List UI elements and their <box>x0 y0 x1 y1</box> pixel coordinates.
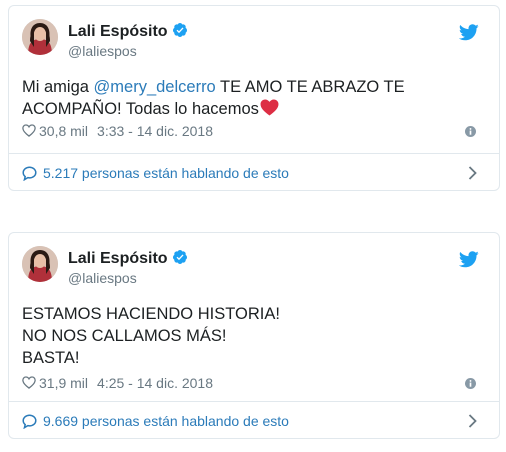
twitter-bird-icon[interactable] <box>459 251 479 268</box>
tweet-meta: 31,9 mil 4:25 - 14 dic. 2018 <box>22 375 213 391</box>
conversation-link[interactable]: 9.669 personas están hablando de esto <box>9 402 499 440</box>
heart-outline-icon[interactable] <box>22 124 36 137</box>
info-icon[interactable] <box>465 378 476 389</box>
verified-badge-icon <box>172 250 187 264</box>
tweet-meta: 30,8 mil 3:33 - 14 dic. 2018 <box>22 123 213 139</box>
info-icon[interactable] <box>465 126 476 137</box>
author-name-text[interactable]: Lali Espósito <box>68 250 168 267</box>
heart-outline-icon[interactable] <box>22 376 36 389</box>
chevron-right-icon[interactable] <box>468 414 477 428</box>
conversation-link[interactable]: 5.217 personas están hablando de esto <box>9 154 499 192</box>
timestamp[interactable]: 4:25 - 14 dic. 2018 <box>97 375 213 391</box>
conversation-label[interactable]: 5.217 personas están hablando de esto <box>43 165 289 181</box>
author-handle[interactable]: @laliespos <box>68 43 137 59</box>
tweet-text: ESTAMOS HACIENDO HISTORIA! NO NOS CALLAM… <box>22 303 482 369</box>
tweet-text-part: Mi amiga <box>22 78 94 96</box>
like-count[interactable]: 30,8 mil <box>39 123 88 139</box>
author-name-text[interactable]: Lali Espósito <box>68 23 168 40</box>
twitter-bird-icon[interactable] <box>459 24 479 41</box>
conversation-label[interactable]: 9.669 personas están hablando de esto <box>43 413 289 429</box>
avatar[interactable] <box>22 246 58 282</box>
timestamp[interactable]: 3:33 - 14 dic. 2018 <box>97 123 213 139</box>
avatar[interactable] <box>22 19 58 55</box>
tweet-text-line: BASTA! <box>22 349 80 367</box>
author-name[interactable]: Lali Espósito <box>68 22 188 41</box>
tweet-card[interactable]: Lali Espósito @laliespos Mi amiga @mery_… <box>8 5 500 191</box>
reply-bubble-icon <box>22 414 37 429</box>
author-name[interactable]: Lali Espósito <box>68 249 188 268</box>
chevron-right-icon[interactable] <box>468 166 477 180</box>
mention-link[interactable]: @mery_delcerro <box>94 78 216 96</box>
tweet-card[interactable]: Lali Espósito @laliespos ESTAMOS HACIEND… <box>8 232 500 439</box>
tweet-text-line: NO NOS CALLAMOS MÁS! <box>22 327 227 345</box>
red-heart-emoji <box>260 99 279 116</box>
tweet-text: Mi amiga @mery_delcerro TE AMO TE ABRAZO… <box>22 76 482 120</box>
verified-badge-icon <box>172 23 187 37</box>
reply-bubble-icon <box>22 166 37 181</box>
like-count[interactable]: 31,9 mil <box>39 375 88 391</box>
author-handle[interactable]: @laliespos <box>68 270 137 286</box>
tweet-text-line: ESTAMOS HACIENDO HISTORIA! <box>22 305 280 323</box>
